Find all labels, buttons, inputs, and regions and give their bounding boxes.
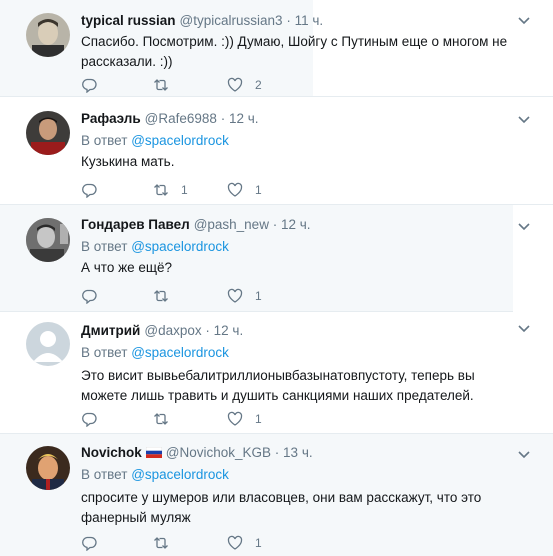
avatar[interactable] bbox=[26, 446, 70, 490]
reply-mention-link[interactable]: @spacelordrock bbox=[131, 239, 229, 254]
like-count: 1 bbox=[255, 536, 262, 550]
chevron-down-icon bbox=[518, 116, 530, 124]
reply-icon bbox=[82, 183, 97, 198]
tweet[interactable]: Дмитрий @daxpox · 12 ч. В ответ @spacelor… bbox=[0, 312, 553, 434]
tweet-text: Спасибо. Посмотрим. :)) Думаю, Шойгу с П… bbox=[81, 34, 508, 69]
reply-icon bbox=[82, 412, 97, 427]
retweet-button[interactable] bbox=[153, 287, 181, 305]
reply-mention-link[interactable]: @spacelordrock bbox=[131, 467, 229, 482]
reply-icon bbox=[82, 289, 97, 304]
separator-dot: · bbox=[272, 217, 278, 232]
retweet-button[interactable] bbox=[153, 534, 181, 552]
heart-icon bbox=[227, 77, 243, 92]
reply-prefix: В ответ bbox=[81, 345, 128, 360]
heart-icon bbox=[227, 288, 243, 303]
reply-prefix: В ответ bbox=[81, 133, 128, 148]
user-handle[interactable]: @typicalrussian3 bbox=[180, 13, 283, 28]
reply-button[interactable] bbox=[81, 181, 109, 199]
tweet-header: Дмитрий @daxpox · 12 ч. bbox=[81, 322, 513, 340]
reply-prefix: В ответ bbox=[81, 467, 128, 482]
chevron-down-icon bbox=[518, 17, 530, 25]
like-button[interactable]: 2 bbox=[227, 76, 262, 94]
separator-dot: · bbox=[205, 323, 210, 338]
tweet-menu-button[interactable] bbox=[517, 222, 531, 232]
in-reply-to: В ответ @spacelordrock bbox=[81, 466, 513, 484]
tweet-header: Novichok @Novichok_KGB · 13 ч. bbox=[81, 444, 513, 462]
reply-mention-link[interactable]: @spacelordrock bbox=[131, 133, 229, 148]
user-handle[interactable]: @Rafe6988 bbox=[145, 111, 217, 126]
in-reply-to: В ответ @spacelordrock bbox=[81, 132, 513, 150]
in-reply-to: В ответ @spacelordrock bbox=[81, 344, 513, 362]
display-name[interactable]: typical russian bbox=[81, 13, 176, 28]
retweet-icon bbox=[154, 537, 168, 549]
tweet[interactable]: Рафаэль @Rafe6988 · 12 ч. В ответ @spacel… bbox=[0, 97, 553, 205]
reply-prefix: В ответ bbox=[81, 239, 128, 254]
like-count: 1 bbox=[255, 183, 262, 197]
heart-icon bbox=[227, 411, 243, 426]
tweet-text: спросите у шумеров или власовцев, они ва… bbox=[81, 490, 482, 525]
like-count: 2 bbox=[255, 78, 262, 92]
tweet-header: Рафаэль @Rafe6988 · 12 ч. bbox=[81, 110, 513, 128]
display-name[interactable]: Дмитрий bbox=[81, 323, 140, 338]
heart-icon bbox=[227, 182, 243, 197]
display-name[interactable]: Гондарев Павел bbox=[81, 217, 190, 232]
retweet-button[interactable]: 1 bbox=[153, 181, 188, 199]
display-name[interactable]: Novichok bbox=[81, 445, 142, 460]
retweet-icon bbox=[154, 184, 168, 196]
timestamp[interactable]: 12 ч. bbox=[214, 323, 244, 338]
retweet-icon bbox=[154, 413, 168, 425]
display-name[interactable]: Рафаэль bbox=[81, 111, 141, 126]
avatar[interactable] bbox=[26, 111, 70, 155]
user-handle[interactable]: @daxpox bbox=[144, 323, 201, 338]
avatar[interactable] bbox=[26, 218, 70, 262]
timestamp[interactable]: 12 ч. bbox=[281, 217, 311, 232]
retweet-icon bbox=[154, 290, 168, 302]
separator-dot: · bbox=[220, 111, 226, 126]
tweet-text: Кузькина мать. bbox=[81, 154, 175, 169]
timestamp[interactable]: 12 ч. bbox=[229, 111, 259, 126]
user-handle[interactable]: @Novichok_KGB bbox=[166, 445, 271, 460]
tweet[interactable]: typical russian @typicalrussian3 · 11 ч. … bbox=[0, 0, 553, 97]
retweet-count: 1 bbox=[181, 183, 188, 197]
tweet[interactable]: Гондарев Павел @pash_new · 12 ч. В ответ … bbox=[0, 205, 513, 312]
chevron-down-icon bbox=[518, 223, 530, 231]
like-count: 1 bbox=[255, 412, 262, 426]
reply-button[interactable] bbox=[81, 410, 109, 428]
reply-icon bbox=[82, 536, 97, 551]
timestamp[interactable]: 11 ч. bbox=[295, 13, 324, 28]
retweet-icon bbox=[154, 79, 168, 91]
tweet-menu-button[interactable] bbox=[517, 16, 531, 26]
avatar[interactable] bbox=[26, 322, 70, 366]
tweet-menu-button[interactable] bbox=[517, 324, 531, 334]
tweet-header: Гондарев Павел @pash_new · 12 ч. bbox=[81, 216, 473, 234]
tweet[interactable]: Novichok @Novichok_KGB · 13 ч. В ответ @s… bbox=[0, 434, 553, 556]
like-button[interactable]: 1 bbox=[227, 410, 262, 428]
like-button[interactable]: 1 bbox=[227, 287, 262, 305]
chevron-down-icon bbox=[518, 451, 530, 459]
tweet-menu-button[interactable] bbox=[517, 450, 531, 460]
avatar[interactable] bbox=[26, 13, 70, 57]
tweet-text: Это висит вывьебалитриллионывбазынатовпу… bbox=[81, 368, 475, 403]
retweet-button[interactable] bbox=[153, 76, 181, 94]
like-button[interactable]: 1 bbox=[227, 181, 262, 199]
reply-button[interactable] bbox=[81, 287, 109, 305]
tweet-header: typical russian @typicalrussian3 · 11 ч. bbox=[81, 12, 513, 30]
reply-icon bbox=[82, 78, 97, 93]
timestamp[interactable]: 13 ч. bbox=[283, 445, 313, 460]
retweet-button[interactable] bbox=[153, 410, 181, 428]
user-handle[interactable]: @pash_new bbox=[194, 217, 269, 232]
heart-icon bbox=[227, 535, 243, 550]
separator-dot: · bbox=[286, 13, 291, 28]
reply-mention-link[interactable]: @spacelordrock bbox=[131, 345, 229, 360]
separator-dot: · bbox=[274, 445, 280, 460]
reply-button[interactable] bbox=[81, 534, 109, 552]
in-reply-to: В ответ @spacelordrock bbox=[81, 238, 473, 256]
tweet-menu-button[interactable] bbox=[517, 115, 531, 125]
tweet-text: А что же ещё? bbox=[81, 260, 172, 275]
reply-button[interactable] bbox=[81, 76, 109, 94]
like-button[interactable]: 1 bbox=[227, 534, 262, 552]
like-count: 1 bbox=[255, 289, 262, 303]
russian-flag-icon bbox=[145, 447, 162, 458]
chevron-down-icon bbox=[518, 325, 530, 333]
